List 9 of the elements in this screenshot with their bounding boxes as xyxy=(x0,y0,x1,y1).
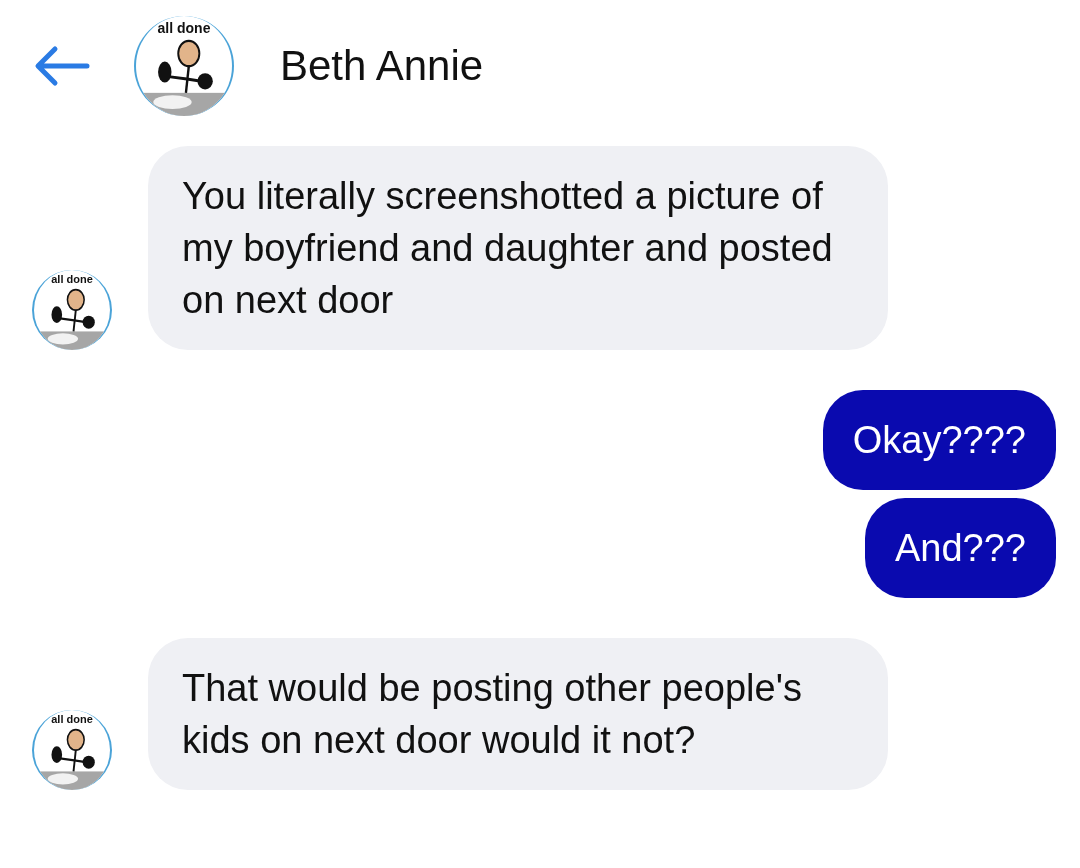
message-bubble: And??? xyxy=(865,498,1056,598)
avatar-label: all done xyxy=(51,714,93,725)
avatar-label: all done xyxy=(157,21,211,35)
message-bubble: Okay???? xyxy=(822,390,1056,490)
message-bubble: You literally screenshotted a picture of my boyfriend and daughter and posted on next door xyxy=(148,146,888,350)
contact-name: Beth Annie xyxy=(280,42,484,90)
message-bubble: That would be posting other people's kids on next door would it not? xyxy=(148,638,888,790)
avatar-label: all done xyxy=(51,274,93,285)
back-arrow-icon xyxy=(33,44,91,88)
